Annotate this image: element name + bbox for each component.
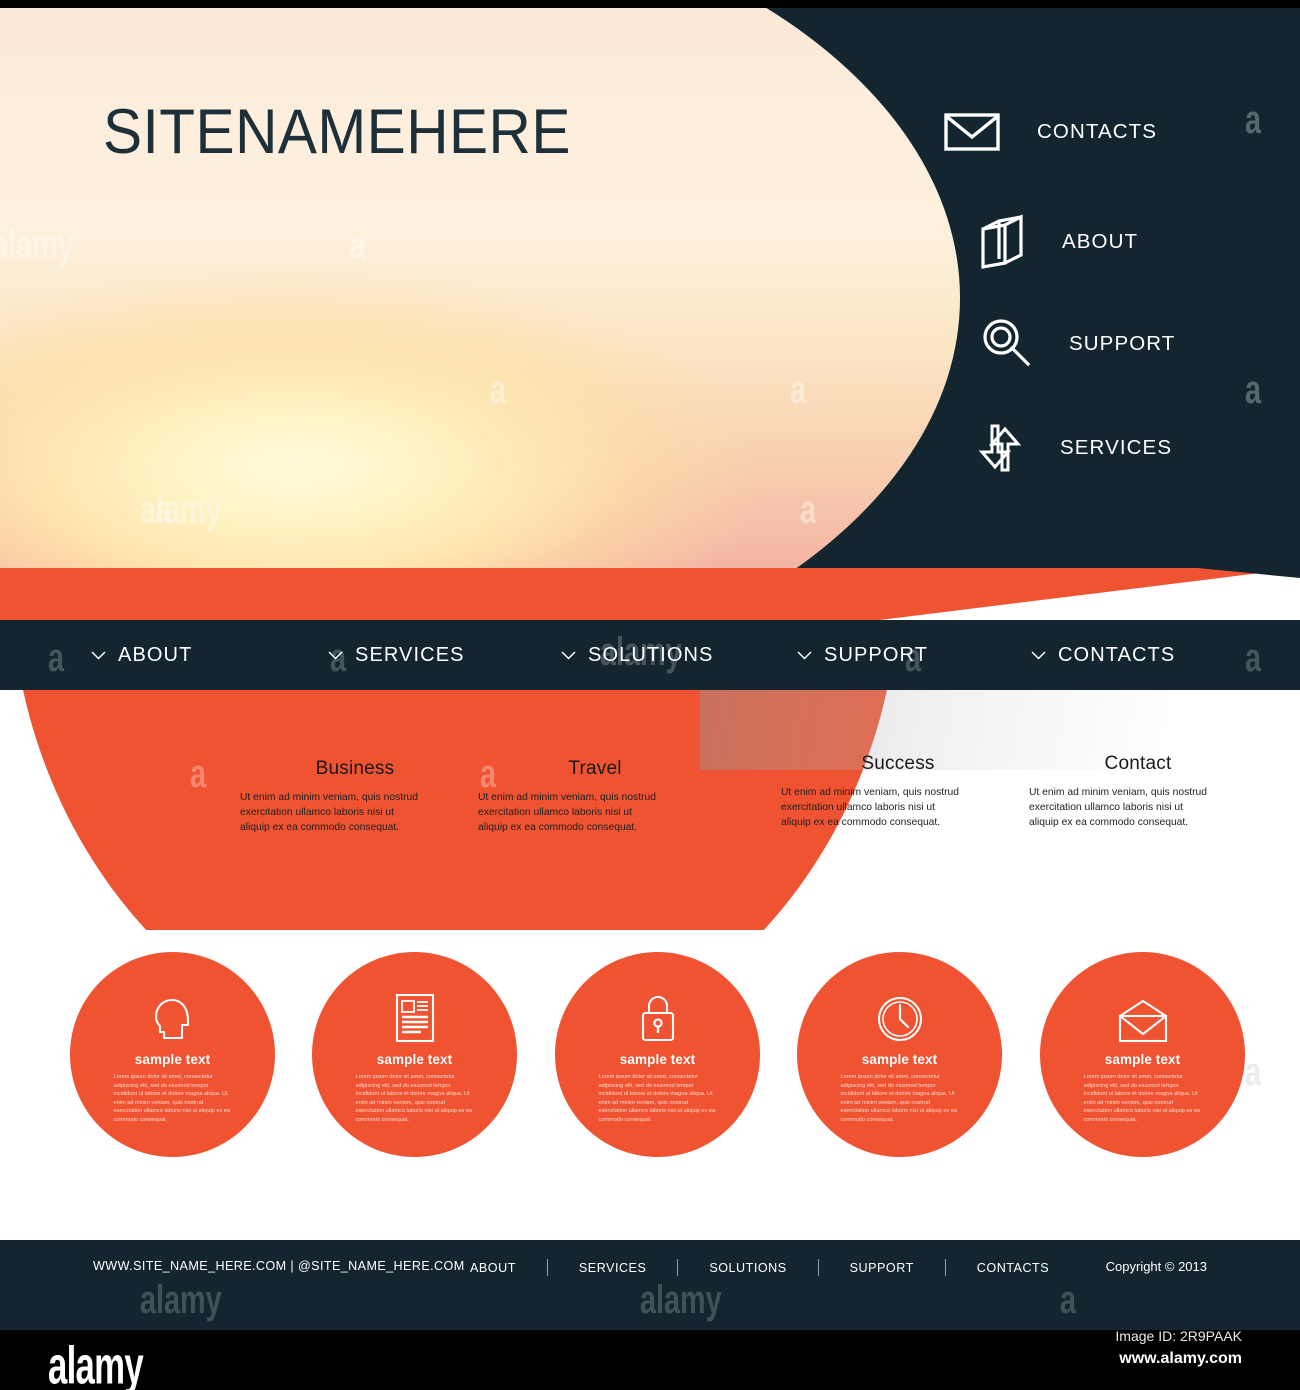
circle-badge[interactable]: sample text Lorem ipsum dolor sit amet, … — [70, 952, 275, 1157]
footer-link-solutions[interactable]: SOLUTIONS — [709, 1261, 786, 1275]
watermark-alamy: alamy — [140, 1278, 222, 1322]
envelope-icon — [940, 104, 1004, 160]
nav-item-services[interactable]: SERVICES — [315, 620, 465, 690]
circle-badge[interactable]: sample text Lorem ipsum dolor sit amet, … — [312, 952, 517, 1157]
circle-badge[interactable]: sample text Lorem ipsum dolor sit amet, … — [555, 952, 760, 1157]
open-envelope-icon — [1116, 978, 1170, 1044]
nav-item-label: SERVICES — [355, 643, 465, 666]
feature-column-business: Business Ut enim ad minim veniam, quis n… — [230, 690, 480, 836]
alamy-logo: alamy — [48, 1335, 144, 1390]
footer-link-about[interactable]: ABOUT — [470, 1261, 516, 1275]
feature-column-contact: Contact Ut enim ad minim veniam, quis no… — [1013, 690, 1263, 831]
footer-link-services[interactable]: SERVICES — [579, 1261, 646, 1275]
circle-badge-title: sample text — [134, 1052, 211, 1067]
circle-badge-body: Lorem ipsum dolor sit amet, consectetur … — [598, 1074, 716, 1123]
chevron-down-icon — [78, 650, 118, 660]
feature-column-travel: Travel Ut enim ad minim veniam, quis nos… — [470, 690, 720, 836]
watermark-alamy: alamy — [640, 1278, 722, 1322]
stock-site-url: www.alamy.com — [1119, 1350, 1242, 1367]
magnifier-icon — [975, 316, 1039, 372]
circle-badge-body: Lorem ipsum dolor sit amet, consectetur … — [1083, 1074, 1201, 1123]
feature-title: Travel — [568, 758, 622, 779]
watermark-a: a — [48, 636, 65, 680]
nav-item-label: SOLUTIONS — [588, 643, 714, 666]
footer-separator — [817, 1259, 819, 1276]
footer-separator — [546, 1259, 548, 1276]
website-template-canvas: SITENAMEHERE alamy a a a a alamy a a a C… — [0, 8, 1300, 1330]
main-navigation-bar: a a alamy a a ABOUT SERVICES SOLUTIONS S… — [0, 620, 1300, 690]
watermark-a: a — [1245, 1050, 1262, 1094]
transfer-arrows-icon — [968, 420, 1032, 476]
chevron-down-icon — [548, 650, 588, 660]
footer-link-support[interactable]: SUPPORT — [850, 1261, 914, 1275]
nav-item-about[interactable]: ABOUT — [78, 620, 192, 690]
circle-badge-title: sample text — [619, 1052, 696, 1067]
feature-body: Ut enim ad minim veniam, quis nostrud ex… — [478, 792, 656, 833]
page-root: SITENAMEHERE alamy a a a a alamy a a a C… — [0, 0, 1300, 1390]
footer-links: ABOUT SERVICES SOLUTIONS SUPPORT CONTACT… — [470, 1259, 1049, 1276]
circle-badge-title: sample text — [376, 1052, 453, 1067]
sidebar-item-contacts[interactable]: CONTACTS — [940, 104, 1157, 160]
sidebar-item-services[interactable]: SERVICES — [968, 420, 1172, 476]
head-profile-icon — [148, 978, 198, 1044]
sidebar-item-label: ABOUT — [1062, 230, 1139, 253]
feature-title: Business — [315, 758, 395, 779]
circle-badges-section: a a a a sample text Lorem ipsum dolor si… — [0, 930, 1300, 1240]
circle-badge[interactable]: sample text Lorem ipsum dolor sit amet, … — [1040, 952, 1245, 1157]
footer-separator — [944, 1259, 946, 1276]
footer-copyright: Copyright © 2013 — [1105, 1259, 1207, 1274]
watermark-a: a — [1245, 636, 1262, 680]
nav-item-contacts[interactable]: CONTACTS — [1018, 620, 1175, 690]
hero-section: SITENAMEHERE alamy a a a a alamy a a a C… — [0, 8, 1300, 568]
feature-body: Ut enim ad minim veniam, quis nostrud ex… — [240, 792, 418, 833]
chevron-down-icon — [315, 650, 355, 660]
document-icon — [393, 978, 437, 1044]
circle-badge-body: Lorem ipsum dolor sit amet, consectetur … — [840, 1074, 958, 1123]
sidebar-item-label: CONTACTS — [1037, 120, 1158, 143]
sidebar-item-label: SUPPORT — [1069, 332, 1176, 355]
hero-side-navigation: CONTACTS ABOUT SUPPORT SERVICES — [940, 8, 1300, 568]
footer-site-url[interactable]: WWW.SITE_NAME_HERE.COM | @SITE_NAME_HERE… — [93, 1259, 465, 1273]
nav-item-label: ABOUT — [118, 643, 193, 666]
watermark-a: a — [1060, 1278, 1077, 1322]
feature-column-success: Success Ut enim ad minim veniam, quis no… — [773, 690, 1023, 831]
chevron-down-icon — [1018, 650, 1058, 660]
footer: WWW.SITE_NAME_HERE.COM | @SITE_NAME_HERE… — [0, 1240, 1300, 1330]
footer-link-contacts[interactable]: CONTACTS — [977, 1261, 1049, 1275]
feature-title: Success — [861, 753, 935, 774]
feature-columns-section: a a Business Ut enim ad minim veniam, qu… — [0, 690, 1300, 930]
circle-badge-body: Lorem ipsum dolor sit amet, consectetur … — [355, 1074, 473, 1123]
lock-icon — [636, 978, 680, 1044]
circle-badge[interactable]: sample text Lorem ipsum dolor sit amet, … — [797, 952, 1002, 1157]
clock-icon — [875, 978, 925, 1044]
nav-item-label: CONTACTS — [1058, 643, 1176, 666]
sidebar-item-label: SERVICES — [1060, 436, 1173, 459]
sidebar-item-support[interactable]: SUPPORT — [975, 316, 1175, 372]
top-black-strip — [0, 0, 1300, 8]
chevron-down-icon — [784, 650, 824, 660]
stock-image-id: Image ID: 2R9PAAK — [1115, 1328, 1242, 1344]
nav-item-label: SUPPORT — [824, 643, 929, 666]
stock-photo-bar — [0, 1330, 1300, 1390]
circle-badge-title: sample text — [861, 1052, 938, 1067]
footer-separator — [677, 1259, 679, 1276]
hero-sun-glow — [0, 8, 960, 568]
nav-item-solutions[interactable]: SOLUTIONS — [548, 620, 713, 690]
nav-item-support[interactable]: SUPPORT — [784, 620, 928, 690]
circle-badge-title: sample text — [1104, 1052, 1181, 1067]
sidebar-item-about[interactable]: ABOUT — [970, 214, 1138, 270]
book-icon — [970, 214, 1034, 270]
page-title: SITENAMEHERE — [103, 97, 571, 167]
circle-badge-body: Lorem ipsum dolor sit amet, consectetur … — [113, 1074, 231, 1123]
feature-title: Contact — [1104, 753, 1172, 774]
feature-body: Ut enim ad minim veniam, quis nostrud ex… — [781, 787, 959, 828]
feature-body: Ut enim ad minim veniam, quis nostrud ex… — [1029, 787, 1207, 828]
